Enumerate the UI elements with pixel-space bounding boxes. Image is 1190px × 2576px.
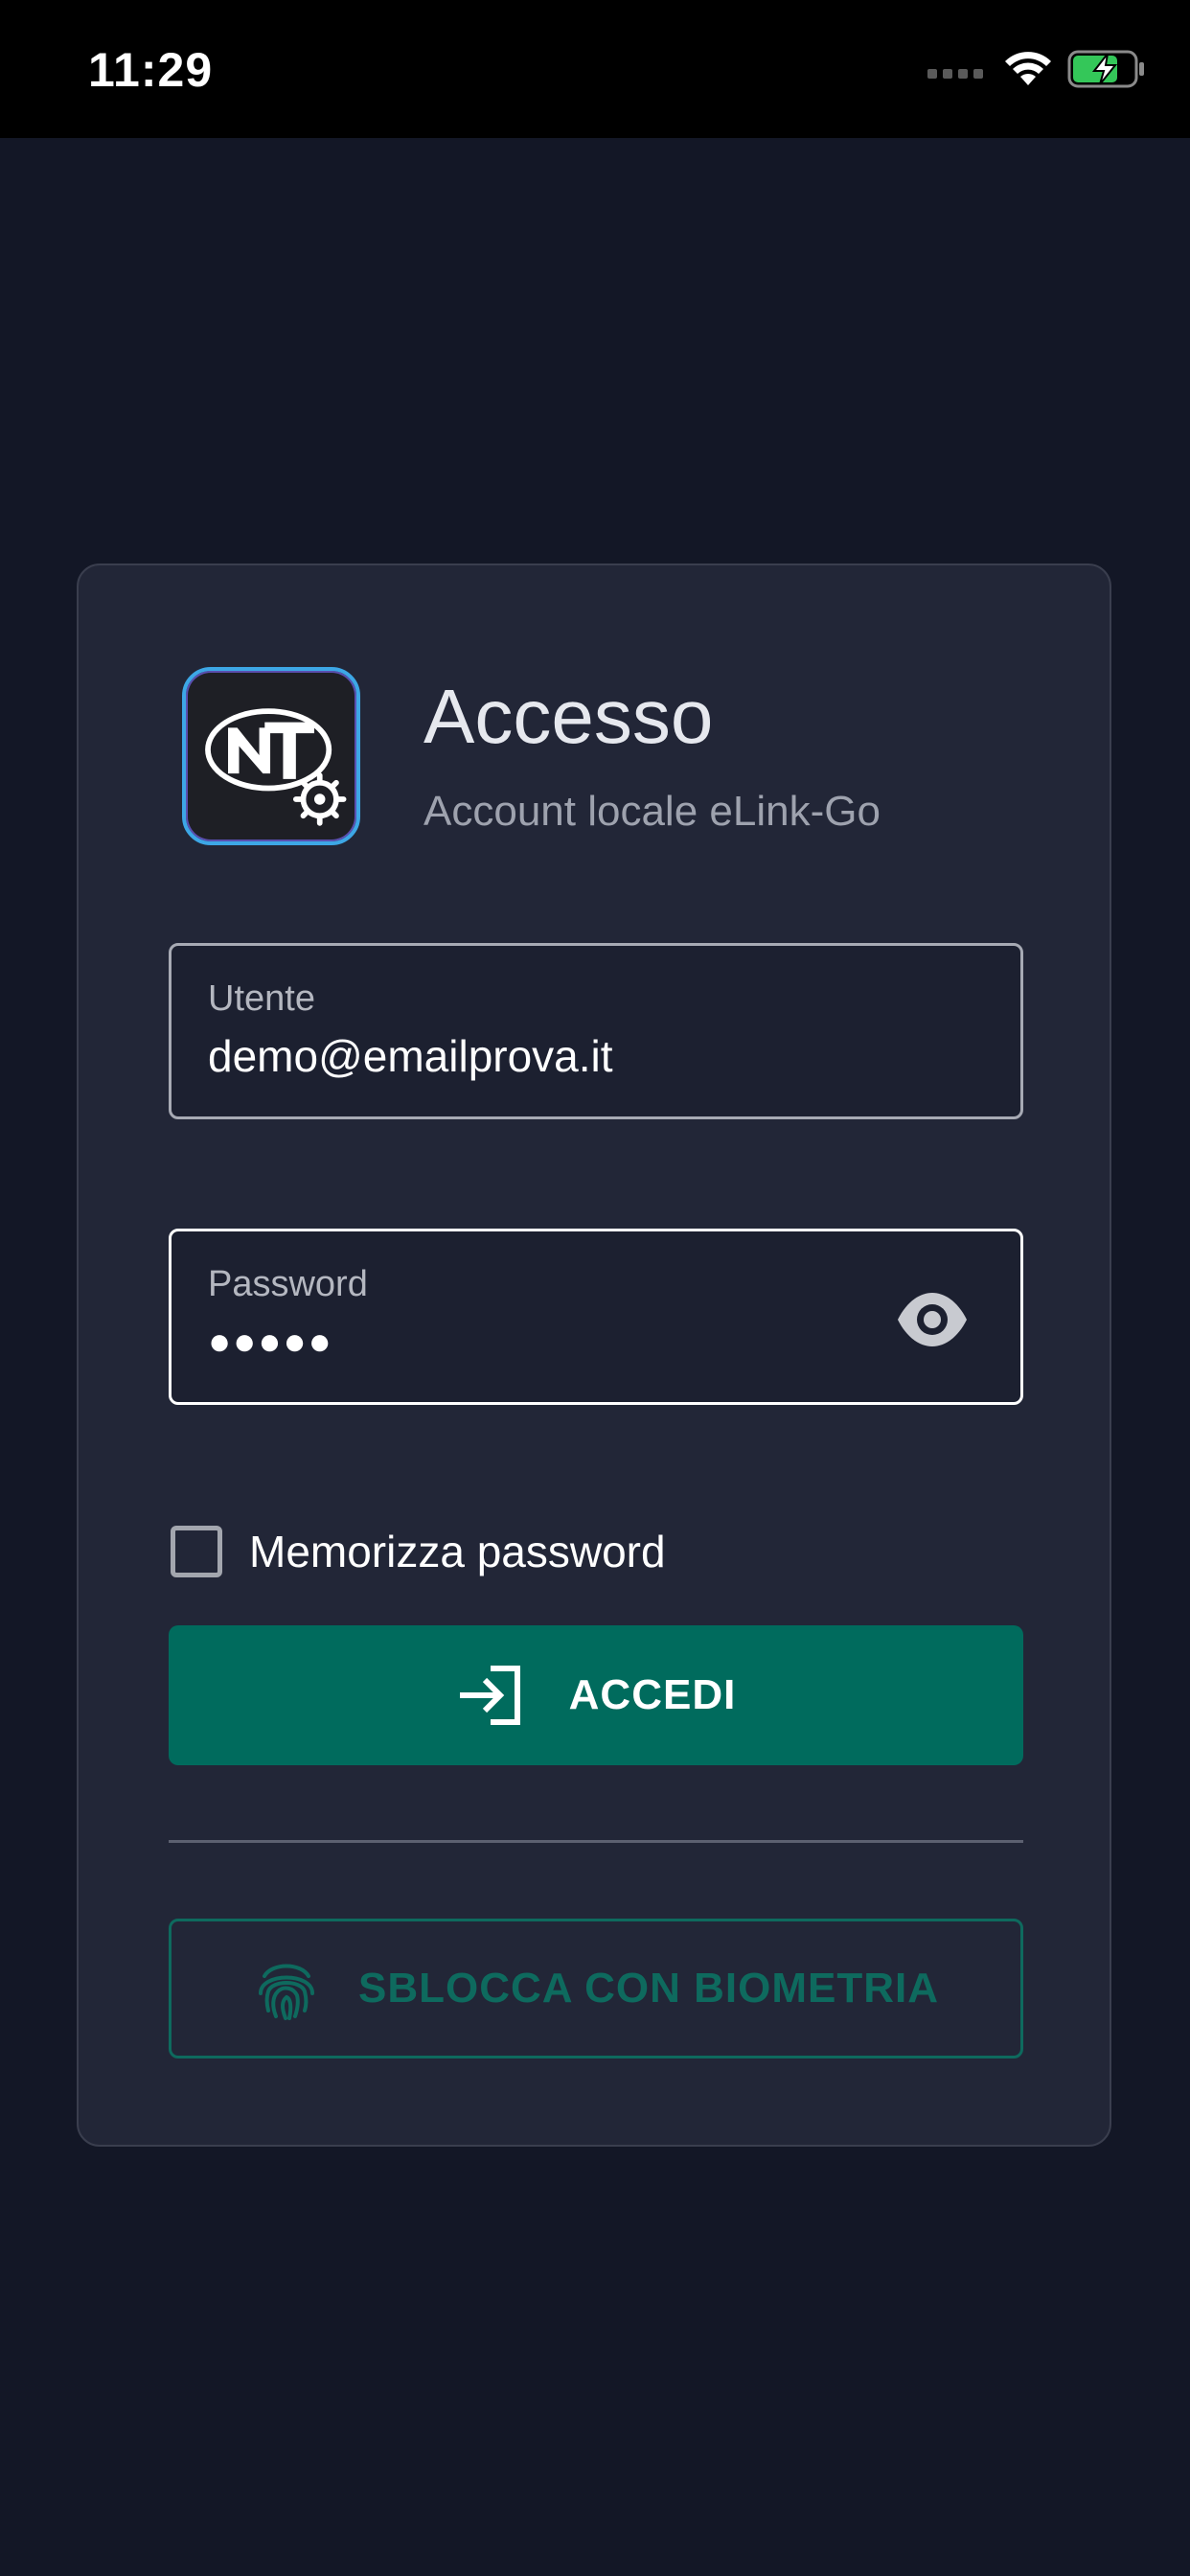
remember-password-row[interactable]: Memorizza password (171, 1518, 666, 1585)
wifi-icon (1005, 52, 1051, 85)
remember-password-checkbox[interactable] (171, 1526, 222, 1577)
page-title: Accesso (423, 674, 714, 759)
login-button-label: ACCEDI (568, 1671, 737, 1718)
status-bar: 11:29 (0, 0, 1190, 138)
password-label: Password (208, 1264, 368, 1304)
biometric-button-label: SBLOCCA CON BIOMETRIA (357, 1965, 940, 2012)
status-icons (927, 50, 1146, 88)
login-button[interactable]: ACCEDI (169, 1625, 1023, 1765)
status-time: 11:29 (88, 43, 214, 97)
remember-password-label[interactable]: Memorizza password (249, 1526, 666, 1577)
eye-icon[interactable] (894, 1281, 971, 1358)
page-subtitle: Account locale eLink-Go (423, 788, 881, 835)
login-card: Accesso Account locale eLink-Go Utente d… (77, 564, 1111, 2147)
login-arrow-icon (459, 1666, 520, 1725)
fingerprint-icon (258, 1964, 314, 2020)
divider (169, 1840, 1023, 1843)
biometric-unlock-button[interactable]: SBLOCCA CON BIOMETRIA (169, 1919, 1023, 2058)
cellular-signal-icon (927, 69, 983, 79)
username-label: Utente (208, 978, 315, 1019)
app-logo (182, 667, 360, 845)
battery-charging-icon (1067, 50, 1144, 88)
username-field[interactable]: Utente demo@emailprova.it (169, 943, 1023, 1119)
username-input[interactable]: demo@emailprova.it (208, 1030, 613, 1082)
password-input[interactable]: ●●●●● (208, 1321, 333, 1364)
password-field[interactable]: Password ●●●●● (169, 1229, 1023, 1405)
